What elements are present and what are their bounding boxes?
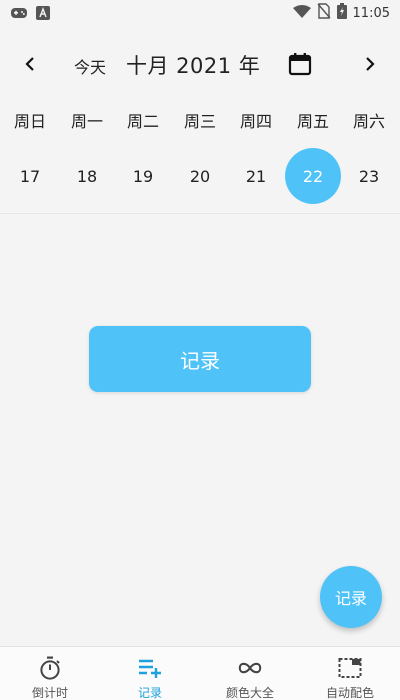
day-cell[interactable]: 23 [341, 148, 397, 204]
day-number: 19 [132, 166, 154, 186]
day-number: 17 [19, 166, 41, 186]
status-bar: 11:05 [0, 0, 400, 26]
day-number: 23 [358, 166, 380, 186]
bottom-nav: 倒计时 记录 颜色大全 自动配色 [0, 646, 400, 700]
day-cell[interactable]: 19 [115, 148, 171, 204]
calendar-icon [288, 53, 312, 76]
day-cell[interactable]: 17 [2, 148, 58, 204]
nav-item-auto-color[interactable]: 自动配色 [300, 647, 400, 700]
day-cell[interactable]: 21 [228, 148, 284, 204]
weekday-label: 周五 [296, 112, 329, 131]
day-number: 20 [189, 166, 211, 186]
weekday-header: 周日 周一 周二 周三 周四 周五 周六 [0, 92, 400, 148]
weekday-label: 周日 [13, 112, 46, 131]
nav-label: 颜色大全 [225, 686, 274, 700]
week-days-row: 17 18 19 20 21 22 23 [0, 148, 400, 204]
chevron-right-icon [366, 57, 375, 71]
weekday-label: 周二 [126, 112, 159, 131]
dashed-frame-icon [337, 655, 363, 680]
app-screen: 11:05 今天 十月 2021 年 周日 周一 周二 周三 周四 周五 周六 … [0, 0, 400, 700]
status-time: 11:05 [352, 5, 390, 21]
today-button[interactable]: 今天 [74, 54, 106, 78]
calendar-picker-button[interactable] [286, 50, 314, 78]
infinity-icon [237, 655, 263, 680]
day-number: 22 [285, 148, 341, 204]
day-number: 18 [76, 166, 98, 186]
record-fab[interactable]: 记录 [320, 566, 382, 628]
no-sim-icon [316, 3, 331, 23]
weekday-label: 周六 [352, 112, 385, 131]
day-cell-selected[interactable]: 22 [285, 148, 341, 204]
nav-item-record[interactable]: 记录 [100, 647, 200, 700]
month-title: 十月 2021 年 [126, 54, 261, 78]
day-cell[interactable]: 20 [172, 148, 228, 204]
stopwatch-icon [37, 655, 63, 680]
font-a-icon [36, 5, 50, 24]
nav-label: 记录 [137, 686, 162, 700]
day-number: 21 [245, 166, 267, 186]
day-cell[interactable]: 18 [59, 148, 115, 204]
weekday-label: 周四 [239, 112, 272, 131]
calendar-header: 今天 十月 2021 年 [0, 44, 400, 84]
weekday-label: 周三 [183, 112, 216, 131]
weekday-label: 周一 [70, 112, 103, 131]
calendar-divider [0, 213, 400, 214]
gamepad-icon [10, 5, 28, 24]
nav-item-colors[interactable]: 颜色大全 [200, 647, 300, 700]
prev-month-button[interactable] [16, 50, 44, 78]
next-month-button[interactable] [356, 50, 384, 78]
wifi-icon [292, 4, 311, 23]
nav-item-countdown[interactable]: 倒计时 [0, 647, 100, 700]
record-button[interactable]: 记录 [89, 326, 311, 392]
nav-label: 自动配色 [325, 686, 374, 700]
battery-charging-icon [336, 3, 347, 23]
chevron-left-icon [25, 57, 34, 71]
nav-label: 倒计时 [31, 686, 68, 700]
add-list-icon [137, 655, 163, 680]
